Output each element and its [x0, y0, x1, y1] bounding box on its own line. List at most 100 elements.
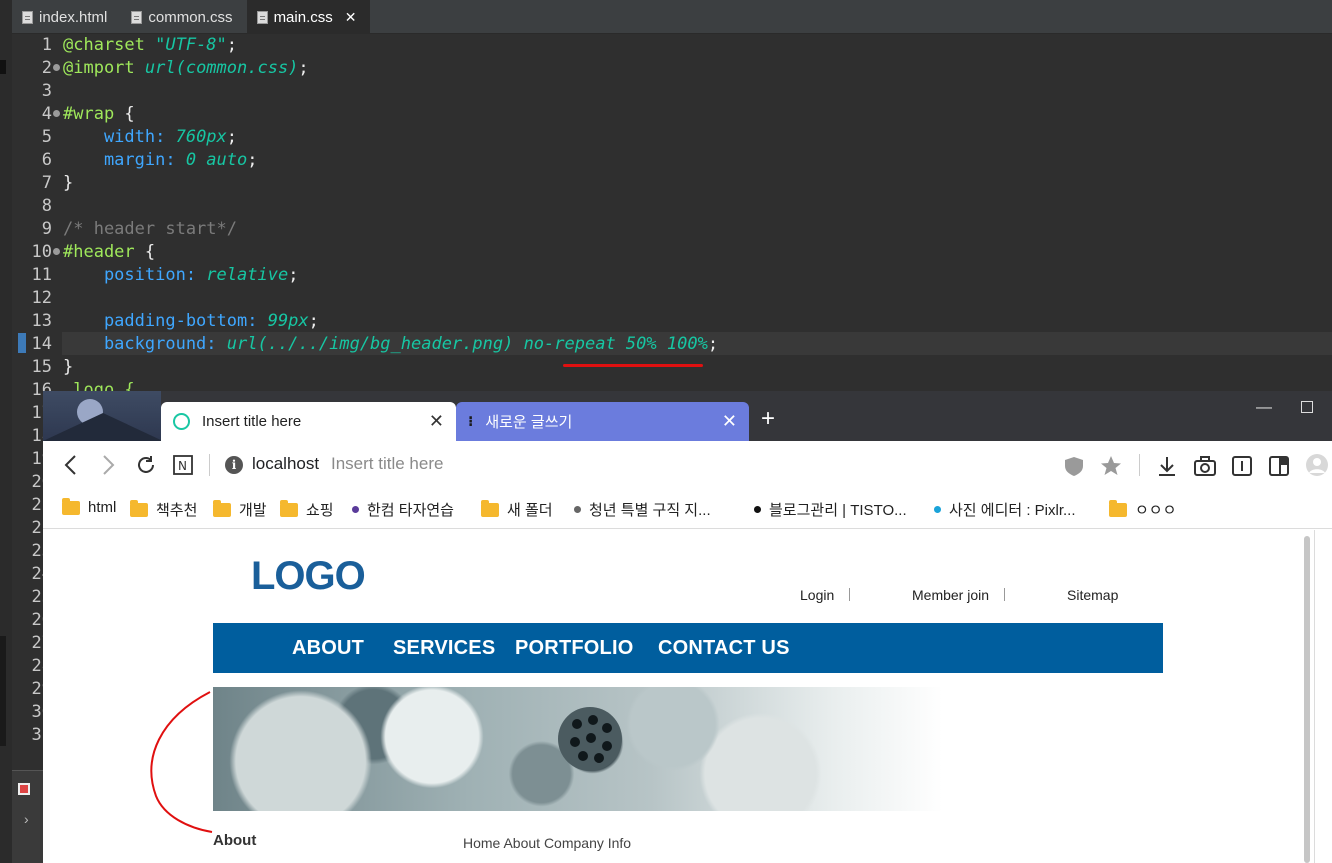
bookmark-label: html	[88, 499, 117, 516]
address-title[interactable]: Insert title here	[331, 454, 443, 474]
fold-icon[interactable]	[53, 248, 60, 255]
chevron-right-icon[interactable]: ›	[24, 811, 29, 827]
bookmark-item[interactable]: 새 폴더	[481, 499, 553, 520]
member-join-link[interactable]: Member join	[912, 587, 989, 603]
bookmark-item[interactable]: 사진 에디터 : Pixlr...	[934, 499, 1076, 520]
strip-marker	[0, 60, 6, 74]
mountain-shape	[43, 413, 161, 441]
code-line: #wrap {	[63, 103, 135, 126]
code-line: }	[63, 172, 73, 195]
info-icon[interactable]: i	[225, 456, 243, 474]
bookmark-item[interactable]: 청년 특별 구직 지...	[574, 499, 711, 520]
forward-icon[interactable]	[98, 453, 118, 477]
line-number: 6	[41, 150, 52, 170]
bookmark-item[interactable]: 개발	[213, 499, 267, 520]
tab-index-html[interactable]: index.html	[12, 0, 121, 34]
breadcrumb: Home About Company Info	[463, 835, 632, 851]
strip-marker	[0, 636, 6, 746]
toolbar-separator	[209, 454, 210, 476]
minimize-button[interactable]: —	[1256, 399, 1272, 417]
sitemap-link[interactable]: Sitemap	[1067, 587, 1118, 603]
maximize-button[interactable]	[1301, 401, 1313, 413]
shield-icon[interactable]	[1063, 455, 1085, 477]
close-icon[interactable]: ✕	[429, 411, 444, 432]
code-token: {	[114, 104, 135, 124]
browser-window: Insert title here ✕ ⁝ 새로운 글쓰기 ✕ + — N i …	[43, 391, 1332, 863]
download-icon[interactable]	[1156, 454, 1178, 478]
header-visual-image	[213, 687, 943, 811]
line-number: 11	[31, 265, 52, 285]
site-logo[interactable]: LOGO	[251, 554, 366, 599]
bookmark-item[interactable]: 책추천	[130, 499, 197, 520]
code-token: url(common.css)	[134, 58, 299, 78]
bookmark-item[interactable]: 블로그관리 | TISTO...	[754, 499, 907, 520]
file-icon	[131, 10, 143, 24]
bookmark-label: 쇼핑	[306, 502, 334, 519]
fold-icon[interactable]	[53, 110, 60, 117]
bookmark-label: ㅇㅇㅇ	[1135, 502, 1177, 519]
reload-icon[interactable]	[134, 453, 158, 477]
back-icon[interactable]	[61, 453, 81, 477]
bookmark-item[interactable]: html	[62, 497, 117, 516]
code-token: 0 auto	[175, 150, 248, 170]
toolbar-separator	[1139, 454, 1140, 476]
tab-title: Insert title here	[202, 413, 302, 430]
login-link[interactable]: Login	[800, 587, 834, 603]
editor-side-strip	[0, 0, 12, 863]
bookmark-item[interactable]: 한컴 타자연습	[352, 499, 454, 520]
line-number: 7	[41, 173, 52, 193]
code-token: ;	[298, 58, 309, 78]
site-icon	[352, 506, 359, 513]
tab-main-css[interactable]: main.css ✕	[246, 0, 371, 34]
camera-icon[interactable]	[1193, 454, 1217, 478]
code-token: ;	[226, 127, 238, 147]
code-line: /* header start*/	[63, 218, 237, 241]
theme-art	[43, 391, 161, 441]
code-line: padding-bottom: 99px;	[63, 310, 319, 333]
code-token: background:	[63, 334, 217, 354]
nav-portfolio[interactable]: PORTFOLIO	[515, 637, 633, 660]
new-tab-button[interactable]: +	[761, 405, 775, 433]
tistory-icon: ⁝	[468, 413, 474, 429]
address-host[interactable]: localhost	[252, 454, 319, 474]
bookmark-item[interactable]: 쇼핑	[280, 499, 334, 520]
line-number: 12	[31, 288, 52, 308]
code-line: width: 760px;	[63, 126, 237, 149]
site-icon	[754, 506, 761, 513]
code-token: @charset	[63, 35, 145, 55]
side-panel-edge	[1314, 530, 1315, 863]
bookmark-item[interactable]: ㅇㅇㅇ	[1109, 499, 1176, 520]
reader-icon[interactable]	[1231, 454, 1253, 478]
line-number: 4	[41, 104, 52, 124]
panel-icon[interactable]	[18, 783, 30, 795]
file-icon	[22, 10, 33, 24]
code-token: ;	[247, 150, 258, 170]
code-token: ;	[308, 311, 319, 331]
fold-icon[interactable]	[53, 64, 60, 71]
code-token: url(../../img/bg_header.png) no-repeat 5…	[216, 334, 708, 354]
code-line: margin: 0 auto;	[63, 149, 258, 172]
star-icon[interactable]	[1099, 454, 1123, 478]
web-page: LOGO Login Member join Sitemap ABOUT SER…	[43, 530, 1332, 863]
close-icon[interactable]: ✕	[345, 9, 357, 26]
profile-icon[interactable]	[1305, 453, 1329, 477]
page-scrollbar[interactable]	[1304, 536, 1310, 863]
nav-about[interactable]: ABOUT	[292, 637, 364, 660]
close-icon[interactable]: ✕	[722, 411, 737, 432]
line-number: 13	[31, 311, 52, 331]
code-line: background: url(../../img/bg_header.png)…	[63, 333, 718, 356]
current-line-marker	[18, 333, 26, 353]
svg-text:N: N	[178, 459, 187, 473]
nav-services[interactable]: SERVICES	[393, 637, 495, 660]
main-nav: ABOUT SERVICES PORTFOLIO CONTACT US	[213, 623, 1163, 673]
browser-tab[interactable]: ⁝ 새로운 글쓰기 ✕	[456, 402, 749, 441]
code-token: width:	[63, 127, 166, 147]
notion-icon[interactable]: N	[172, 454, 194, 476]
tab-label: common.css	[148, 8, 233, 26]
browser-tab-active[interactable]: Insert title here ✕	[161, 402, 456, 441]
sidebar-icon[interactable]	[1268, 454, 1290, 478]
bookmark-label: 새 폴더	[507, 502, 553, 519]
nav-contact-us[interactable]: CONTACT US	[658, 637, 790, 660]
tab-common-css[interactable]: common.css	[121, 0, 246, 34]
line-number: 2	[41, 58, 52, 78]
